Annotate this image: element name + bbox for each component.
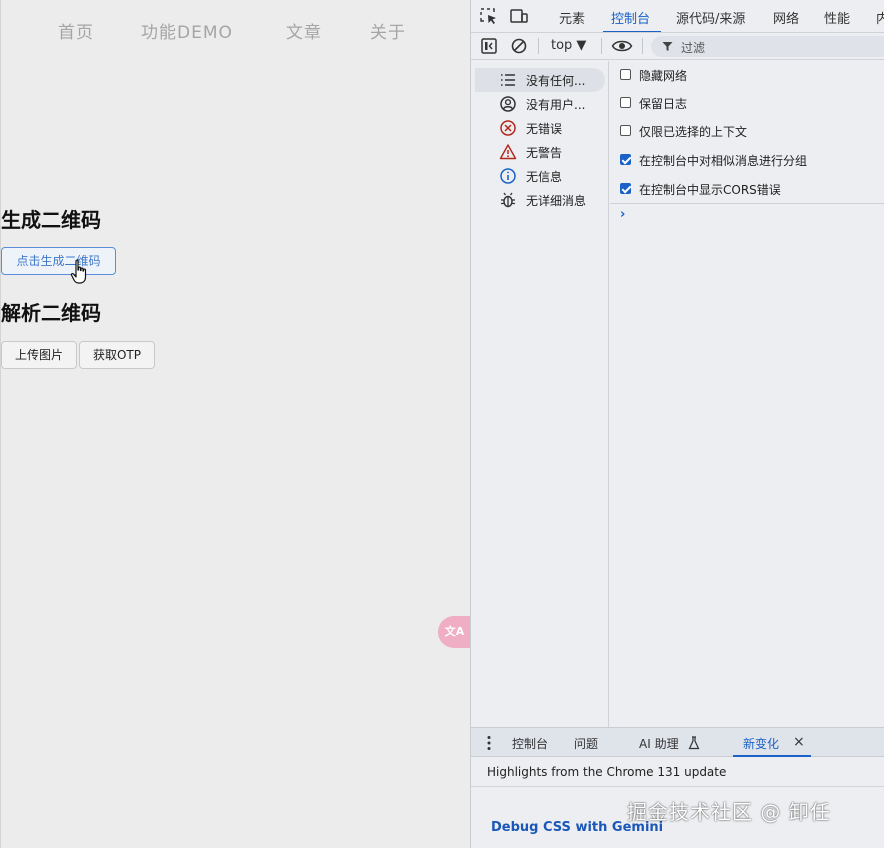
checkbox-checked[interactable] bbox=[620, 154, 631, 165]
nav-about[interactable]: 关于 bbox=[370, 18, 406, 43]
info-icon bbox=[500, 168, 516, 184]
highlights-heading: Highlights from the Chrome 131 update bbox=[487, 765, 727, 779]
toolbar-separator bbox=[538, 38, 539, 54]
sidebar-item-errors[interactable]: 无错误 bbox=[475, 116, 605, 140]
tab-console[interactable]: 控制台 bbox=[611, 8, 650, 27]
web-page: 首页 功能DEMO 文章 关于 生成二维码 点击生成二维码 解析二维码 上传图片… bbox=[0, 0, 471, 848]
drawer-tab-ai-assistant[interactable]: AI 助理 bbox=[639, 735, 679, 752]
device-toolbar-icon[interactable] bbox=[509, 7, 529, 25]
more-vert-icon[interactable] bbox=[487, 735, 491, 751]
generate-qr-title: 生成二维码 bbox=[1, 208, 101, 232]
drawer-tab-issues[interactable]: 问题 bbox=[574, 735, 598, 752]
tab-elements[interactable]: 元素 bbox=[559, 8, 585, 27]
devtools-panel: 元素 控制台 源代码/来源 网络 性能 内 top ▼ bbox=[470, 0, 884, 848]
toolbar-separator bbox=[642, 38, 643, 54]
tab-more[interactable]: 内 bbox=[876, 8, 884, 27]
error-icon bbox=[500, 120, 516, 136]
bug-icon bbox=[501, 192, 515, 208]
drawer-tab-console[interactable]: 控制台 bbox=[512, 735, 548, 752]
close-tab-icon[interactable]: × bbox=[793, 734, 805, 750]
upload-image-button[interactable]: 上传图片 bbox=[1, 341, 77, 369]
tab-network[interactable]: 网络 bbox=[773, 8, 799, 27]
nav-articles[interactable]: 文章 bbox=[286, 18, 322, 43]
console-prompt-chevron-icon[interactable]: › bbox=[620, 207, 625, 222]
setting-label: 在控制台中显示CORS错误 bbox=[639, 183, 781, 197]
devtools-tabbar: 元素 控制台 源代码/来源 网络 性能 内 bbox=[471, 0, 884, 33]
filter-input[interactable]: 过滤 bbox=[651, 36, 884, 57]
checkbox[interactable] bbox=[620, 125, 631, 136]
sidebar-item-label: 无错误 bbox=[526, 122, 563, 136]
console-sidebar: 没有任何... 没有用户... 无错误 无警告 无信息 无详细消息 bbox=[471, 61, 609, 727]
translate-icon[interactable]: 文A bbox=[438, 616, 471, 648]
watermark: 掘金技术社区 @ 卸任 bbox=[627, 800, 831, 824]
context-select[interactable]: top ▼ bbox=[551, 38, 586, 53]
sidebar-item-label: 无详细消息 bbox=[526, 194, 587, 208]
live-expression-eye-icon[interactable] bbox=[611, 37, 633, 55]
drawer-tabbar: 控制台 问题 AI 助理 新变化 × bbox=[471, 727, 884, 757]
setting-label: 隐藏网络 bbox=[639, 69, 688, 83]
sidebar-item-user-messages[interactable]: 没有用户... bbox=[475, 92, 605, 116]
user-icon bbox=[500, 96, 516, 112]
checkbox[interactable] bbox=[620, 69, 631, 80]
warning-icon bbox=[499, 144, 517, 160]
inspect-element-icon[interactable] bbox=[479, 7, 499, 25]
sidebar-toggle-icon[interactable] bbox=[480, 37, 498, 55]
sidebar-item-verbose[interactable]: 无详细消息 bbox=[475, 188, 605, 212]
generate-qr-button[interactable]: 点击生成二维码 bbox=[1, 247, 116, 275]
toolbar-separator bbox=[601, 38, 602, 54]
sidebar-item-label: 没有任何... bbox=[526, 74, 586, 88]
divider bbox=[471, 786, 884, 787]
tab-performance[interactable]: 性能 bbox=[824, 8, 850, 27]
setting-label: 保留日志 bbox=[639, 97, 688, 111]
sidebar-item-warnings[interactable]: 无警告 bbox=[475, 140, 605, 164]
console-settings: 隐藏网络 保留日志 仅限已选择的上下文 在控制台中对相似消息进行分组 在控制台中… bbox=[610, 61, 884, 204]
sidebar-item-label: 没有用户... bbox=[526, 98, 586, 112]
sidebar-item-messages[interactable]: 没有任何... bbox=[475, 68, 605, 92]
sidebar-item-info[interactable]: 无信息 bbox=[475, 164, 605, 188]
checkbox-checked[interactable] bbox=[620, 183, 631, 194]
list-icon bbox=[501, 74, 515, 86]
tab-sources[interactable]: 源代码/来源 bbox=[676, 8, 745, 27]
setting-label: 在控制台中对相似消息进行分组 bbox=[639, 154, 808, 168]
get-otp-button[interactable]: 获取OTP bbox=[79, 341, 155, 369]
flask-icon bbox=[688, 736, 700, 750]
top-nav: 首页 功能DEMO 文章 关于 bbox=[1, 18, 471, 43]
sidebar-item-label: 无警告 bbox=[526, 146, 563, 160]
sidebar-item-label: 无信息 bbox=[526, 170, 563, 184]
parse-qr-title: 解析二维码 bbox=[1, 301, 101, 325]
filter-icon bbox=[662, 42, 673, 51]
setting-label: 仅限已选择的上下文 bbox=[639, 125, 748, 139]
clear-console-icon[interactable] bbox=[510, 37, 528, 55]
nav-demo[interactable]: 功能DEMO bbox=[141, 18, 233, 43]
console-toolbar: top ▼ 过滤 bbox=[471, 33, 884, 60]
nav-home[interactable]: 首页 bbox=[58, 18, 94, 43]
checkbox[interactable] bbox=[620, 97, 631, 108]
filter-placeholder: 过滤 bbox=[681, 41, 706, 55]
drawer-tab-whats-new[interactable]: 新变化 bbox=[743, 735, 779, 752]
